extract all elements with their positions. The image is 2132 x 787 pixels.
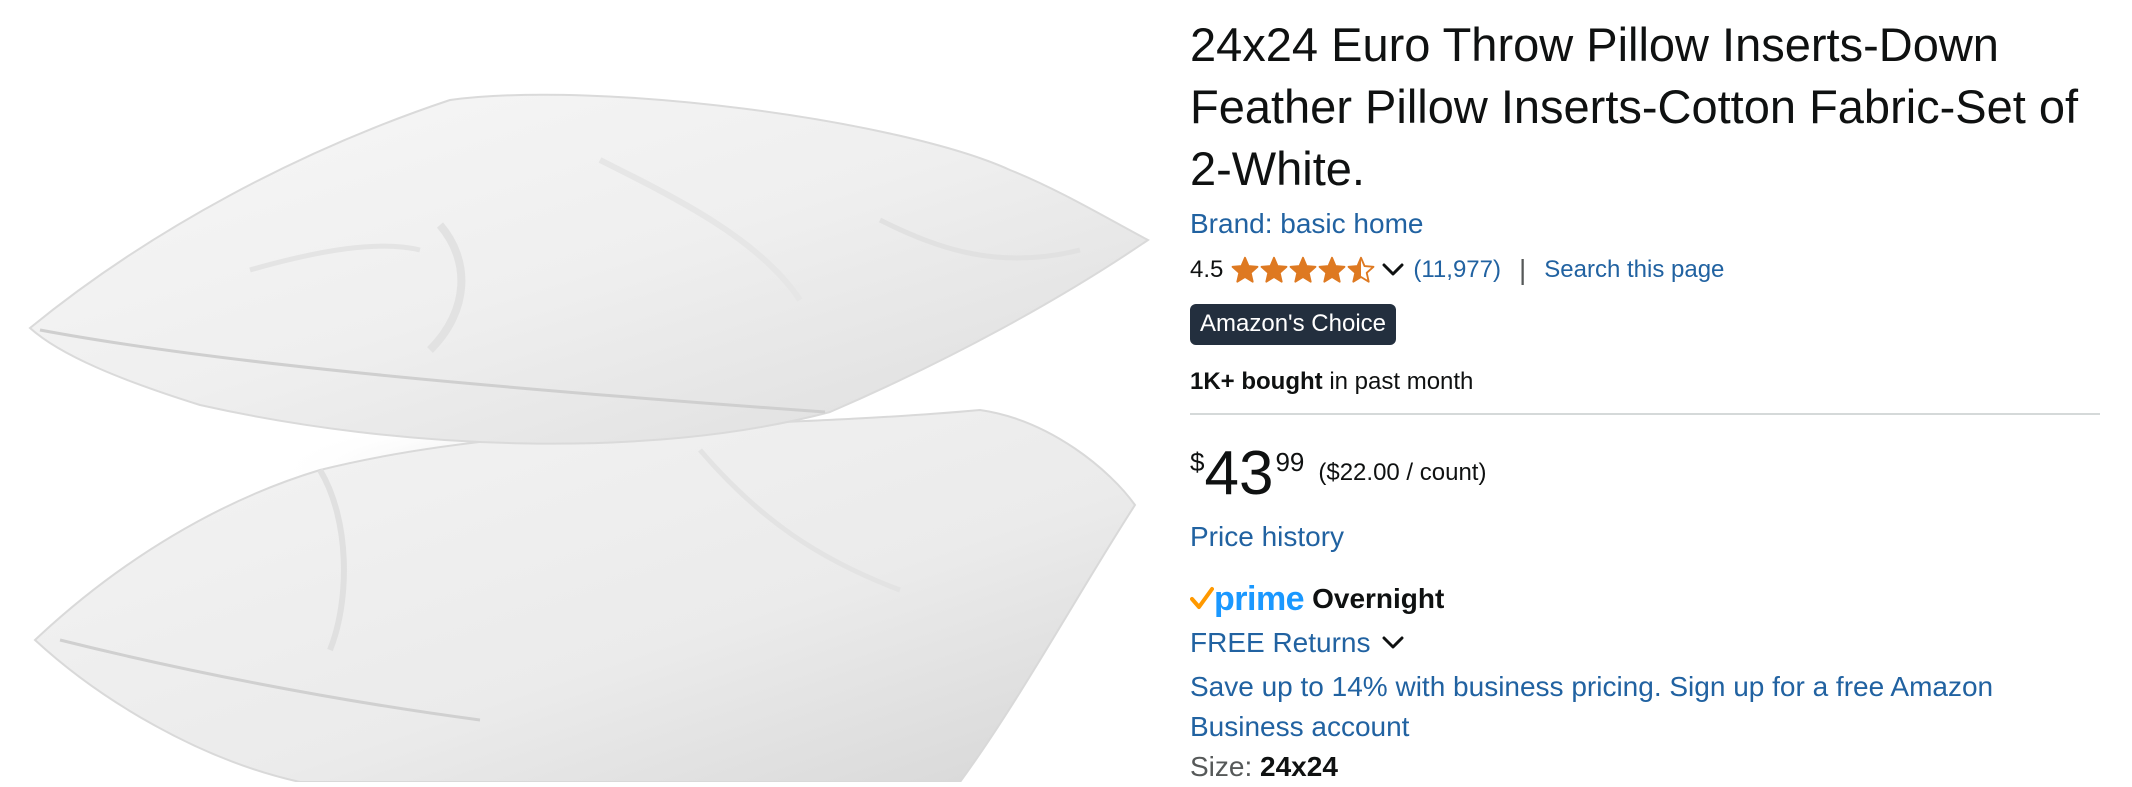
star-icon [1260, 256, 1288, 283]
star-icon [1347, 256, 1375, 283]
price: $ 43 99 ($22.00 / count) [1190, 441, 2100, 507]
product-info: 24x24 Euro Throw Pillow Inserts-Down Fea… [1190, 14, 2100, 787]
free-returns-label[interactable]: FREE Returns [1190, 623, 1371, 663]
prime-logo: prime [1190, 580, 1305, 618]
star-icon [1289, 256, 1317, 283]
review-count-link[interactable]: (11,977) [1413, 256, 1501, 284]
star-icon [1318, 256, 1346, 283]
price-whole: 43 [1204, 439, 1274, 508]
price-currency: $ [1190, 447, 1205, 477]
pillow-image [28, 93, 1150, 782]
prime-delivery: prime Overnight [1190, 577, 2100, 621]
prime-check-icon [1190, 587, 1214, 609]
chevron-down-icon[interactable] [1381, 262, 1405, 278]
size-value: 24x24 [1260, 751, 1338, 782]
product-image[interactable] [0, 0, 1160, 782]
price-history-link[interactable]: Price history [1190, 519, 2100, 555]
separator: | [1518, 254, 1527, 285]
brand-link[interactable]: Brand: basic home [1190, 206, 2100, 242]
size-selection: Size: 24x24 [1190, 747, 2100, 787]
chevron-down-icon[interactable] [1381, 635, 1405, 651]
free-returns[interactable]: FREE Returns [1190, 623, 2100, 663]
product-title: 24x24 Euro Throw Pillow Inserts-Down Fea… [1190, 18, 2079, 195]
price-per-unit: ($22.00 / count) [1318, 459, 1487, 486]
size-label: Size: [1190, 751, 1261, 782]
bought-text: in past month [1322, 368, 1474, 395]
star-rating[interactable] [1231, 256, 1375, 284]
amazons-choice-badge[interactable]: Amazon's Choice [1190, 304, 1396, 345]
star-icon [1231, 256, 1259, 283]
rating-value: 4.5 [1190, 256, 1224, 283]
delivery-speed: Overnight [1312, 583, 1445, 614]
search-this-page-link[interactable]: Search this page [1544, 256, 1724, 284]
bought-in-past-month: 1K+ bought in past month [1190, 365, 2100, 415]
price-fraction: 99 [1275, 447, 1305, 477]
bought-count: 1K+ bought [1190, 368, 1323, 395]
rating-row: 4.5 (11,977) | Search this page [1190, 250, 2100, 290]
prime-wordmark: prime [1214, 580, 1305, 618]
business-pricing-link[interactable]: Save up to 14% with business pricing. Si… [1190, 667, 2090, 747]
